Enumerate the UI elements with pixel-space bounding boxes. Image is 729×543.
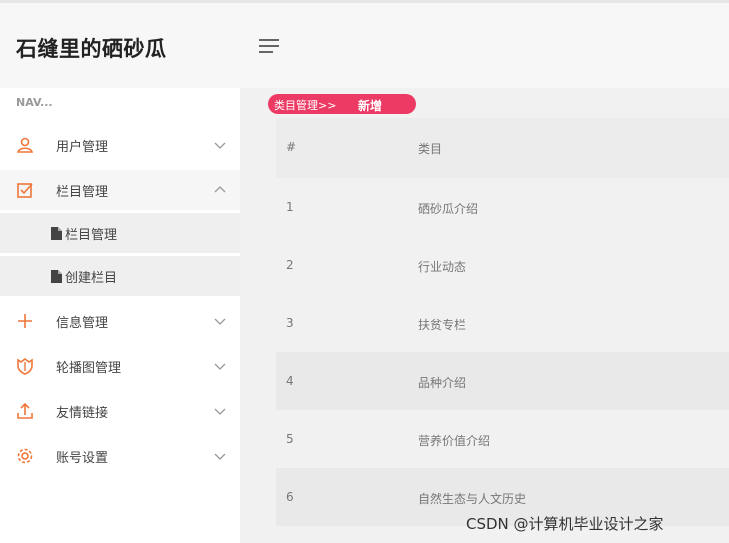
sidebar-item-friend-links[interactable]: 友情链接 [0,391,240,431]
checkbox-icon [17,183,33,198]
nav-title: NAV... [16,96,53,109]
sidebar-subitem-create-column[interactable]: 创建栏目 [0,256,240,296]
table-row[interactable]: 1 硒砂瓜介绍 [276,178,729,236]
row-category: 硒砂瓜介绍 [418,202,479,216]
row-index: 1 [286,200,294,214]
chevron-down-icon [214,318,226,325]
file-icon [51,226,62,240]
breadcrumb-path[interactable]: 类目管理>> [274,97,336,113]
chevron-down-icon [214,363,226,370]
row-index: 2 [286,258,294,272]
column-header-category: 类目 [418,142,443,156]
table-row[interactable]: 5 营养价值介绍 [276,410,729,468]
sidebar-subitem-label: 栏目管理 [65,227,118,243]
sidebar-item-label: 友情链接 [56,405,109,421]
row-category: 营养价值介绍 [418,434,491,448]
row-category: 品种介绍 [418,376,467,390]
table-row[interactable]: 2 行业动态 [276,236,729,294]
row-index: 3 [286,316,294,330]
top-header: 石缝里的硒砂瓜 [0,0,729,88]
watermark: CSDN @计算机毕业设计之家 [466,515,664,533]
chevron-down-icon [214,142,226,149]
sidebar-item-label: 栏目管理 [56,184,109,200]
row-index: 5 [286,432,294,446]
sidebar-item-user-management[interactable]: 用户管理 [0,125,240,165]
row-index: 6 [286,490,294,504]
sidebar-item-label: 轮播图管理 [56,360,122,376]
sidebar-item-label: 用户管理 [56,139,109,155]
sidebar-item-carousel-management[interactable]: 轮播图管理 [0,346,240,386]
brand-title: 石缝里的硒砂瓜 [16,37,167,61]
gear-icon [17,448,33,464]
main-content: 类目管理>> 新增 # 类目 1 硒砂瓜介绍 2 行业动态 3 扶贫专栏 4 品… [240,88,729,543]
row-category: 自然生态与人文历史 [418,492,527,506]
sidebar-item-column-management[interactable]: 栏目管理 [0,170,240,210]
table-row[interactable]: 3 扶贫专栏 [276,294,729,352]
sidebar-subitem-label: 创建栏目 [65,270,118,286]
table-header-row: # 类目 [276,118,729,178]
sidebar-item-label: 账号设置 [56,450,109,466]
chevron-up-icon [214,186,226,193]
table-row[interactable]: 4 品种介绍 [276,352,729,410]
user-icon [17,137,33,153]
shield-icon [17,358,33,375]
add-button[interactable]: 新增 [358,97,382,114]
upload-icon [17,402,33,419]
sidebar-item-info-management[interactable]: 信息管理 [0,301,240,341]
chevron-down-icon [214,408,226,415]
chevron-down-icon [214,453,226,460]
plus-icon [18,314,32,328]
sidebar-item-label: 信息管理 [56,315,109,331]
sidebar-item-account-settings[interactable]: 账号设置 [0,436,240,476]
row-index: 4 [286,374,294,388]
breadcrumb: 类目管理>> 新增 [268,94,416,114]
row-category: 扶贫专栏 [418,318,467,332]
row-category: 行业动态 [418,260,467,274]
sidebar-subitem-column-management[interactable]: 栏目管理 [0,213,240,253]
file-icon [51,269,62,283]
menu-toggle-icon[interactable] [259,39,281,57]
category-table: # 类目 1 硒砂瓜介绍 2 行业动态 3 扶贫专栏 4 品种介绍 5 营养价值… [276,118,729,526]
column-header-index: # [286,140,297,154]
sidebar: NAV... 用户管理 栏目管理 栏目管理 创建栏目 信息管理 轮播图管理 友情… [0,88,240,543]
